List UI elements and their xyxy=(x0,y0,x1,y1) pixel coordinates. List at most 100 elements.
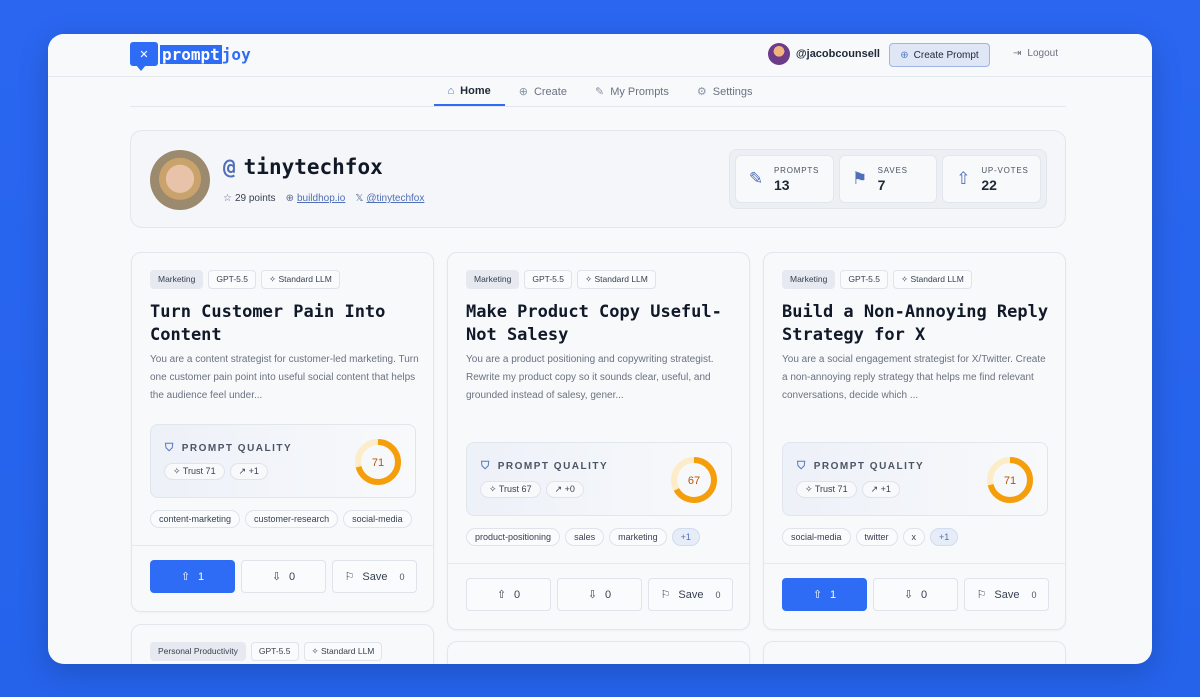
plus-circle-icon: ⊕ xyxy=(900,49,909,61)
trend-up-icon: ↗ xyxy=(870,484,881,494)
top-bar: ✕ prompt joy @jacobcounsell ⊕ Create Prom… xyxy=(48,34,1152,77)
profile-handle: @ tinytechfox xyxy=(223,155,383,179)
logo[interactable]: ✕ prompt joy xyxy=(130,42,251,71)
model-tag: GPT-5.5 xyxy=(840,270,888,289)
keyword-tags: social-media twitter x +1 xyxy=(782,528,959,546)
tab-home[interactable]: ⌂ Home xyxy=(433,77,505,106)
trend-up-icon: ↗ xyxy=(554,484,565,494)
model-tag: GPT-5.5 xyxy=(208,270,256,289)
category-tag[interactable]: Marketing xyxy=(150,270,204,289)
shield-icon: ⛉ xyxy=(165,442,175,454)
quality-score-ring: 71 xyxy=(355,439,401,485)
prompt-quality-panel: ⛉ PROMPT QUALITY ✧ Trust 71 ↗ +1 71 xyxy=(150,424,416,498)
arrow-up-icon: ⇧ xyxy=(496,589,507,601)
keyword-tag[interactable]: marketing xyxy=(609,528,667,546)
model-tag: GPT-5.5 xyxy=(250,642,299,661)
trust-badge: ✧ Trust 71 xyxy=(796,481,857,498)
user-menu[interactable]: @jacobcounsell xyxy=(767,43,880,65)
globe-icon: ⊕ xyxy=(285,193,294,204)
card-description: You are a product positioning and copywr… xyxy=(466,354,714,401)
prompt-quality-panel: ⛉ PROMPT QUALITY ✧ Trust 67 ↗ +0 67 xyxy=(466,442,732,516)
points: 29 points xyxy=(234,193,276,204)
downvote-button[interactable]: ⇩ 0 xyxy=(241,560,326,593)
category-tag[interactable]: Marketing xyxy=(782,270,836,289)
logout-button[interactable]: ⇥ Logout xyxy=(1013,48,1058,59)
category-tag[interactable]: Personal Productivity xyxy=(150,642,246,661)
card-footer xyxy=(764,563,1065,564)
quality-score-ring: 71 xyxy=(987,457,1033,503)
logo-icon: ✕ xyxy=(130,42,158,71)
upvote-button[interactable]: ⇧ 0 xyxy=(466,578,551,611)
type-tag: ✧ Standard LLM xyxy=(576,270,656,289)
username[interactable]: @jacobcounsell xyxy=(796,48,880,60)
nav-divider xyxy=(130,106,1066,107)
keyword-tag[interactable]: social-media xyxy=(782,528,851,546)
x-icon: 𝕏 xyxy=(355,193,364,204)
tab-settings[interactable]: ⚙ Settings xyxy=(683,77,767,106)
keyword-tag[interactable]: content-marketing xyxy=(150,510,241,528)
stat-upvotes: ⇧ UP-VOTES 22 xyxy=(942,155,1042,203)
quality-score: 71 xyxy=(1004,475,1016,487)
card-title[interactable]: Build a Non-Annoying Reply Strategy for … xyxy=(782,301,1052,347)
prompt-card[interactable]: Marketing GPT-5.5 ✧ Standard LLM Build a… xyxy=(763,252,1066,630)
downvote-button[interactable]: ⇩ 0 xyxy=(873,578,958,611)
model-tag: GPT-5.5 xyxy=(524,270,572,289)
upvote-button[interactable]: ⇧ 1 xyxy=(782,578,867,611)
logout-icon: ⇥ xyxy=(1013,48,1022,59)
prompt-card[interactable]: Personal Productivity GPT-5.5 ✧ Standard… xyxy=(131,624,434,664)
keyword-tag[interactable]: product-positioning xyxy=(466,528,561,546)
keyword-tags: content-marketing customer-research soci… xyxy=(150,510,412,528)
avatar[interactable] xyxy=(767,43,790,65)
card-title[interactable]: Turn Customer Pain Into Content xyxy=(150,301,420,347)
prompt-card[interactable] xyxy=(763,641,1066,664)
arrow-down-icon: ⇩ xyxy=(587,589,598,601)
save-button[interactable]: ⚐ Save 0 xyxy=(964,578,1049,611)
card-footer xyxy=(132,545,433,546)
category-tag[interactable]: Marketing xyxy=(466,270,520,289)
prompt-card[interactable]: Marketing GPT-5.5 ✧ Standard LLM Make Pr… xyxy=(447,252,750,630)
card-description: You are a social engagement strategist f… xyxy=(782,354,1046,401)
profile-header: @ tinytechfox ☆ 29 points ⊕ buildhop.io 𝕏 @… xyxy=(130,130,1066,228)
type-tag: ✧ Standard LLM xyxy=(260,270,340,289)
save-button[interactable]: ⚐ Save 0 xyxy=(648,578,733,611)
x-handle-link[interactable]: @tinytechfox xyxy=(366,193,424,204)
quality-score-ring: 67 xyxy=(671,457,717,503)
plus-circle-icon: ⊕ xyxy=(518,86,528,98)
keyword-tag[interactable]: sales xyxy=(565,528,605,546)
upvote-button[interactable]: ⇧ 1 xyxy=(150,560,235,593)
more-tags-badge[interactable]: +1 xyxy=(671,528,700,546)
tab-my-prompts[interactable]: ✎ My Prompts xyxy=(581,77,683,106)
keyword-tag[interactable]: twitter xyxy=(855,528,898,546)
profile-stats: ✎ PROMPTS 13 ⚑ SAVES 7 ⇧ UP-VOTES 22 xyxy=(729,149,1047,209)
downvote-button[interactable]: ⇩ 0 xyxy=(557,578,642,611)
website-link[interactable]: buildhop.io xyxy=(297,193,345,204)
trend-badge: ↗ +1 xyxy=(229,463,268,480)
create-prompt-button[interactable]: ⊕ Create Prompt xyxy=(889,43,990,67)
prompt-card[interactable] xyxy=(447,641,750,664)
save-button[interactable]: ⚐ Save 0 xyxy=(332,560,417,593)
type-tag: ✧ Standard LLM xyxy=(303,642,383,661)
more-tags-badge[interactable]: +1 xyxy=(930,528,959,546)
trust-badge: ✧ Trust 67 xyxy=(480,481,541,498)
sparkle-icon: ✧ xyxy=(173,466,183,476)
profile-meta: ☆ 29 points ⊕ buildhop.io 𝕏 @tinytechfox xyxy=(223,193,424,204)
sparkle-icon: ✧ xyxy=(489,484,499,494)
card-footer xyxy=(448,563,749,564)
tab-create[interactable]: ⊕ Create xyxy=(505,77,581,106)
card-title[interactable]: Make Product Copy Useful-Not Salesy xyxy=(466,301,736,347)
trend-badge: ↗ +1 xyxy=(861,481,900,498)
at-icon: @ xyxy=(223,155,236,179)
shield-icon: ⛉ xyxy=(481,460,491,472)
keyword-tag[interactable]: social-media xyxy=(343,510,412,528)
main-nav: ⌂ Home ⊕ Create ✎ My Prompts ⚙ Settings xyxy=(48,77,1152,107)
profile-avatar xyxy=(150,150,210,210)
keyword-tag[interactable]: x xyxy=(902,528,926,546)
bookmark-icon: ⚑ xyxy=(852,169,868,188)
keyword-tag[interactable]: customer-research xyxy=(245,510,339,528)
card-description: You are a content strategist for custome… xyxy=(150,354,419,401)
arrow-up-icon: ⇧ xyxy=(180,571,191,583)
prompt-card[interactable]: Marketing GPT-5.5 ✧ Standard LLM Turn Cu… xyxy=(131,252,434,612)
arrow-up-icon: ⇧ xyxy=(956,169,971,188)
gear-icon: ⚙ xyxy=(696,86,707,98)
quality-score: 67 xyxy=(688,475,700,487)
